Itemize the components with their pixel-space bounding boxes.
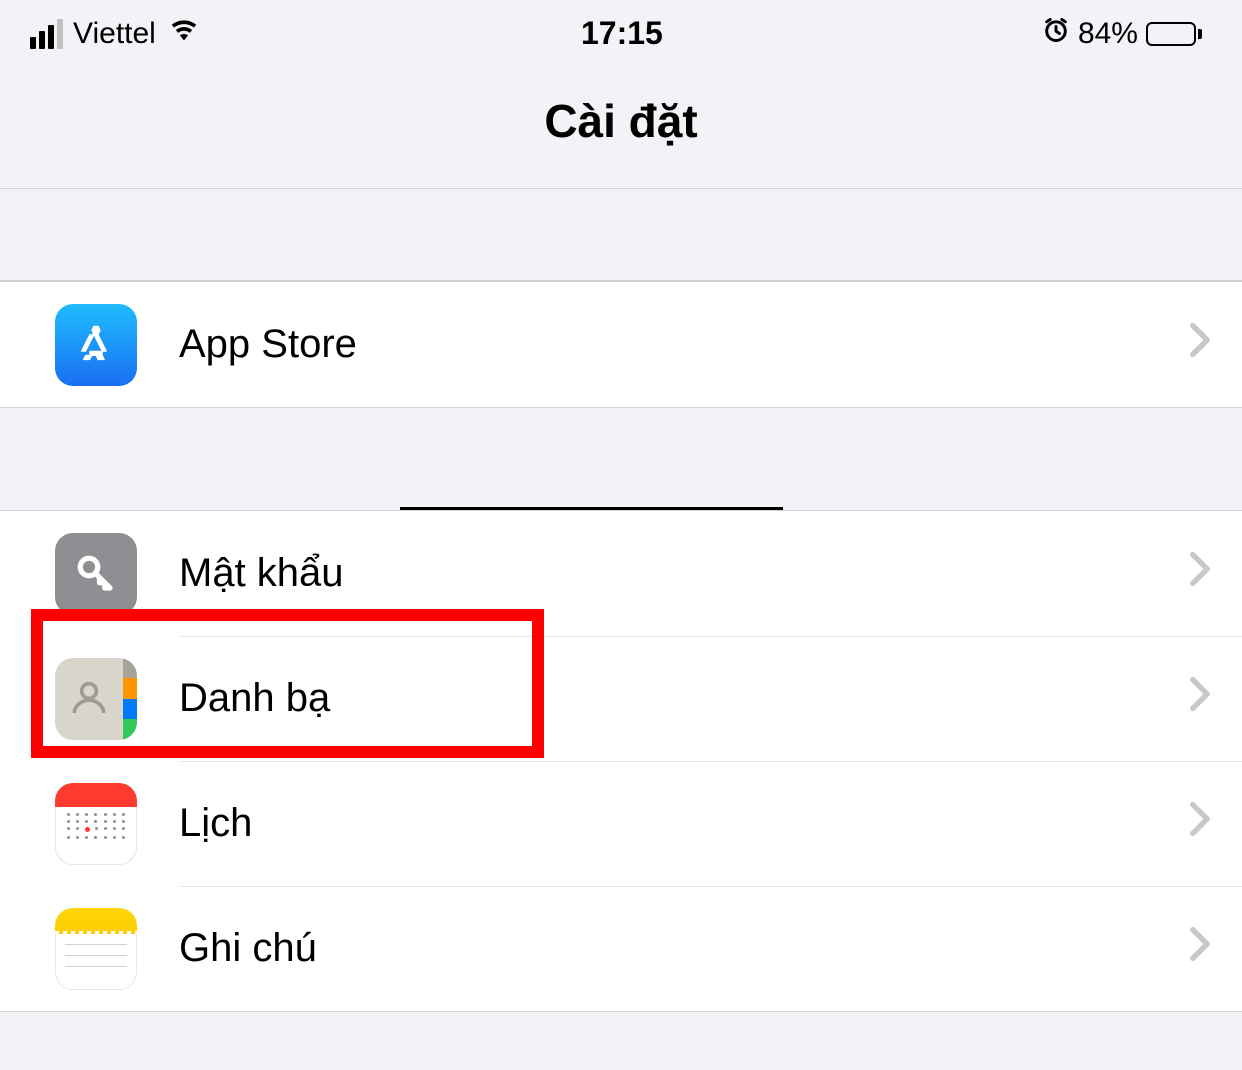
page-header: Cài đặt (0, 62, 1242, 189)
chevron-right-icon (1188, 926, 1212, 972)
chevron-right-icon (1188, 322, 1212, 368)
calendar-icon (55, 783, 137, 865)
section-spacer (0, 408, 1242, 510)
contacts-icon (55, 658, 137, 740)
wifi-icon (166, 16, 202, 52)
section-spacer (0, 189, 1242, 281)
chevron-right-icon (1188, 551, 1212, 597)
time-label: 17:15 (581, 15, 663, 52)
alarm-icon (1042, 16, 1070, 52)
settings-row-calendar[interactable]: Lịch (0, 761, 1242, 886)
chevron-right-icon (1188, 676, 1212, 722)
carrier-label: Viettel (73, 17, 156, 51)
underline-decoration (400, 507, 783, 510)
notes-icon (55, 908, 137, 990)
chevron-right-icon (1188, 801, 1212, 847)
settings-row-password[interactable]: Mật khẩu (0, 511, 1242, 636)
settings-row-label: Lịch (179, 801, 1188, 846)
settings-row-appstore[interactable]: App Store (0, 282, 1242, 407)
settings-row-label: App Store (179, 322, 1188, 367)
settings-row-label: Ghi chú (179, 926, 1188, 971)
appstore-icon (55, 304, 137, 386)
battery-icon (1146, 22, 1202, 46)
page-title: Cài đặt (0, 94, 1242, 148)
settings-row-notes[interactable]: Ghi chú (0, 886, 1242, 1011)
status-bar: Viettel 17:15 84% (0, 0, 1242, 62)
settings-row-label: Mật khẩu (179, 551, 1188, 596)
settings-section-appstore: App Store (0, 281, 1242, 408)
password-icon (55, 533, 137, 615)
status-right: 84% (1042, 16, 1202, 52)
signal-icon (30, 19, 63, 49)
settings-section-apps: Mật khẩu Danh bạ Lịch (0, 510, 1242, 1012)
settings-row-label: Danh bạ (179, 676, 1188, 721)
status-left: Viettel (30, 16, 202, 52)
settings-row-contacts[interactable]: Danh bạ (0, 636, 1242, 761)
battery-label: 84% (1078, 17, 1138, 51)
